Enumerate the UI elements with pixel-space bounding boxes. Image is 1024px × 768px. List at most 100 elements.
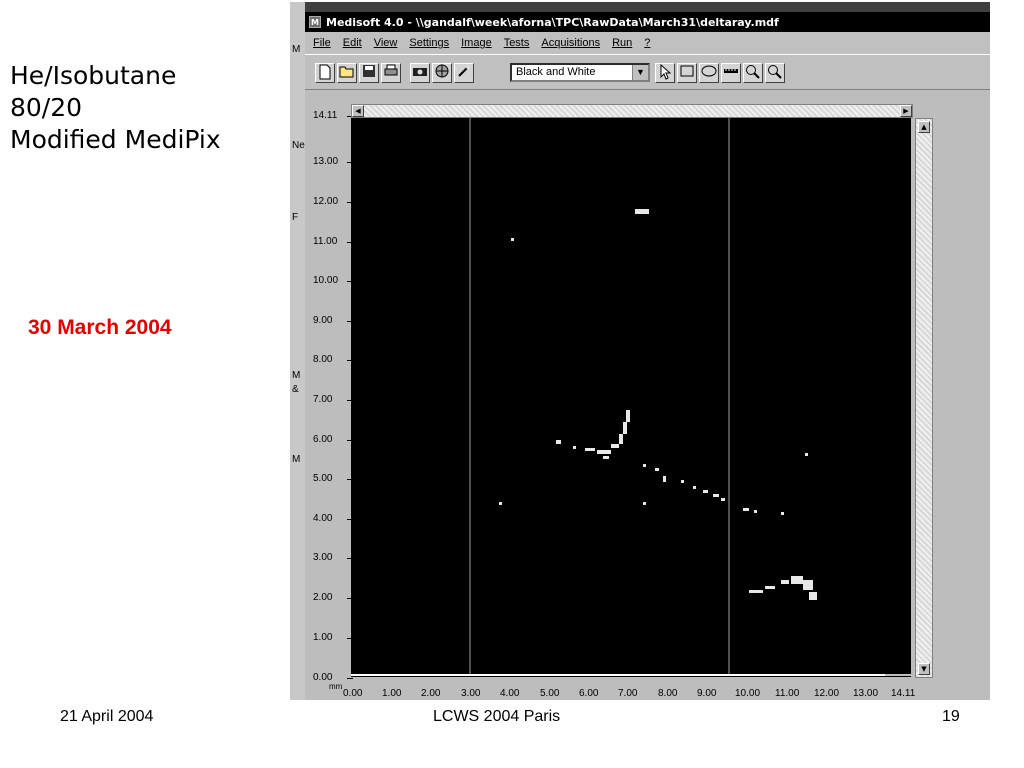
window-title: Medisoft 4.0 - \\gandalf\week\aforna\TPC…	[326, 15, 779, 29]
hit-pixel	[623, 422, 627, 434]
hit-pixel	[619, 434, 623, 444]
detector-image[interactable]	[351, 118, 911, 674]
hit-pixel	[805, 453, 808, 456]
hit-pixel	[754, 510, 757, 513]
menu-view[interactable]: View	[374, 37, 398, 49]
scroll-right-icon[interactable]: ▶	[900, 105, 912, 117]
strip-letter: M	[292, 454, 301, 465]
hit-pixel	[643, 464, 646, 467]
x-tick-label: 13.00	[853, 688, 879, 699]
y-tick-label: 1.00	[313, 632, 353, 643]
menu-edit[interactable]: Edit	[343, 37, 362, 49]
new-icon[interactable]	[315, 63, 335, 83]
window-title-bar[interactable]: M Medisoft 4.0 - \\gandalf\week\aforna\T…	[305, 12, 990, 32]
hit-cluster	[781, 580, 789, 584]
x-tick-label: 1.00	[382, 688, 402, 699]
zoom-out-icon[interactable]	[765, 63, 785, 83]
menu-file[interactable]: File	[313, 37, 331, 49]
slide-title-line-1: He/Isobutane	[10, 61, 177, 90]
rectangle-icon[interactable]	[677, 63, 697, 83]
horizontal-scrollbar[interactable]: ◀ ▶	[351, 104, 913, 118]
y-tick-label: 9.00	[313, 315, 353, 326]
hit-cluster	[809, 592, 817, 600]
chip-boundary-line	[469, 118, 471, 674]
menu-bar: File Edit View Settings Image Tests Acqu…	[305, 32, 990, 54]
unit-label: mm	[329, 682, 343, 691]
ruler-icon[interactable]	[721, 63, 741, 83]
menu-acquisitions[interactable]: Acquisitions	[541, 37, 600, 49]
hit-pixel	[603, 456, 609, 459]
hit-pixel	[703, 490, 708, 493]
wand-icon[interactable]	[454, 63, 474, 83]
app-icon[interactable]: M	[309, 16, 321, 28]
y-tick-label: 4.00	[313, 513, 353, 524]
strip-letter: &	[292, 384, 299, 395]
hit-cluster	[635, 209, 649, 214]
camera-icon[interactable]	[410, 63, 430, 83]
x-tick-label: 6.00	[579, 688, 599, 699]
zoom-in-icon[interactable]	[743, 63, 763, 83]
hit-cluster	[791, 576, 803, 584]
hit-pixel	[611, 444, 619, 448]
hit-pixel	[743, 508, 749, 511]
medisoft-window: M Ne F M & M M Medisoft 4.0 - \\gandalf\…	[290, 2, 990, 700]
x-tick-label: 4.00	[500, 688, 520, 699]
hit-pixel	[573, 446, 576, 449]
globe-icon[interactable]	[432, 63, 452, 83]
x-tick-label: 5.00	[540, 688, 560, 699]
hit-pixel	[663, 476, 666, 482]
image-view: 14.11 13.00 12.00 11.00 10.00 9.00 8.00 …	[305, 90, 990, 700]
strip-letter: F	[292, 212, 299, 223]
strip-letter: Ne	[292, 140, 305, 151]
x-tick-label: 0.00	[343, 688, 363, 699]
hit-pixel	[655, 468, 659, 471]
menu-image[interactable]: Image	[461, 37, 492, 49]
hit-pixel	[681, 480, 684, 483]
hit-pixel	[511, 238, 514, 241]
hit-pixel	[597, 450, 611, 454]
toolbar: Black and White ▼	[305, 54, 990, 90]
footer-page-number: 19	[942, 708, 960, 725]
y-tick-label: 3.00	[313, 552, 353, 563]
hit-cluster	[765, 586, 775, 589]
hit-pixel	[585, 448, 595, 451]
open-icon[interactable]	[337, 63, 357, 83]
chip-boundary-line	[728, 118, 730, 674]
x-tick-label: 3.00	[461, 688, 481, 699]
menu-tests[interactable]: Tests	[504, 37, 530, 49]
strip-letter: M	[292, 370, 301, 381]
hit-cluster	[749, 590, 763, 593]
menu-settings[interactable]: Settings	[409, 37, 449, 49]
y-tick-label: 8.00	[313, 354, 353, 365]
footer-date: 21 April 2004	[60, 708, 154, 725]
y-tick-label: 7.00	[313, 394, 353, 405]
x-tick-label: 7.00	[618, 688, 638, 699]
chevron-down-icon[interactable]: ▼	[632, 65, 648, 80]
scroll-up-icon[interactable]: ▲	[918, 121, 930, 133]
ellipse-icon[interactable]	[699, 63, 719, 83]
footer-event: LCWS 2004 Paris	[433, 708, 561, 725]
menu-help[interactable]: ?	[644, 37, 650, 49]
palette-select[interactable]: Black and White ▼	[510, 63, 650, 82]
hit-cluster	[803, 580, 813, 590]
print-icon[interactable]	[381, 63, 401, 83]
y-tick-label: 11.00	[313, 236, 353, 247]
hit-pixel	[781, 512, 784, 515]
x-tick-label: 2.00	[421, 688, 441, 699]
y-axis-ruler: 14.11 13.00 12.00 11.00 10.00 9.00 8.00 …	[313, 104, 353, 686]
y-tick-label: 5.00	[313, 473, 353, 484]
x-tick-label: 8.00	[658, 688, 678, 699]
y-tick-label: 2.00	[313, 592, 353, 603]
save-icon[interactable]	[359, 63, 379, 83]
scroll-left-icon[interactable]: ◀	[352, 105, 364, 117]
y-tick-label: 14.11	[313, 110, 353, 121]
hit-pixel	[713, 494, 719, 497]
vertical-scrollbar[interactable]: ▲ ▼	[915, 118, 933, 678]
menu-run[interactable]: Run	[612, 37, 632, 49]
pointer-icon[interactable]	[655, 63, 675, 83]
hit-pixel	[626, 410, 630, 422]
y-tick-label: 12.00	[313, 196, 353, 207]
y-tick-label: 6.00	[313, 434, 353, 445]
strip-letter: M	[292, 44, 301, 55]
x-tick-label: 9.00	[697, 688, 717, 699]
